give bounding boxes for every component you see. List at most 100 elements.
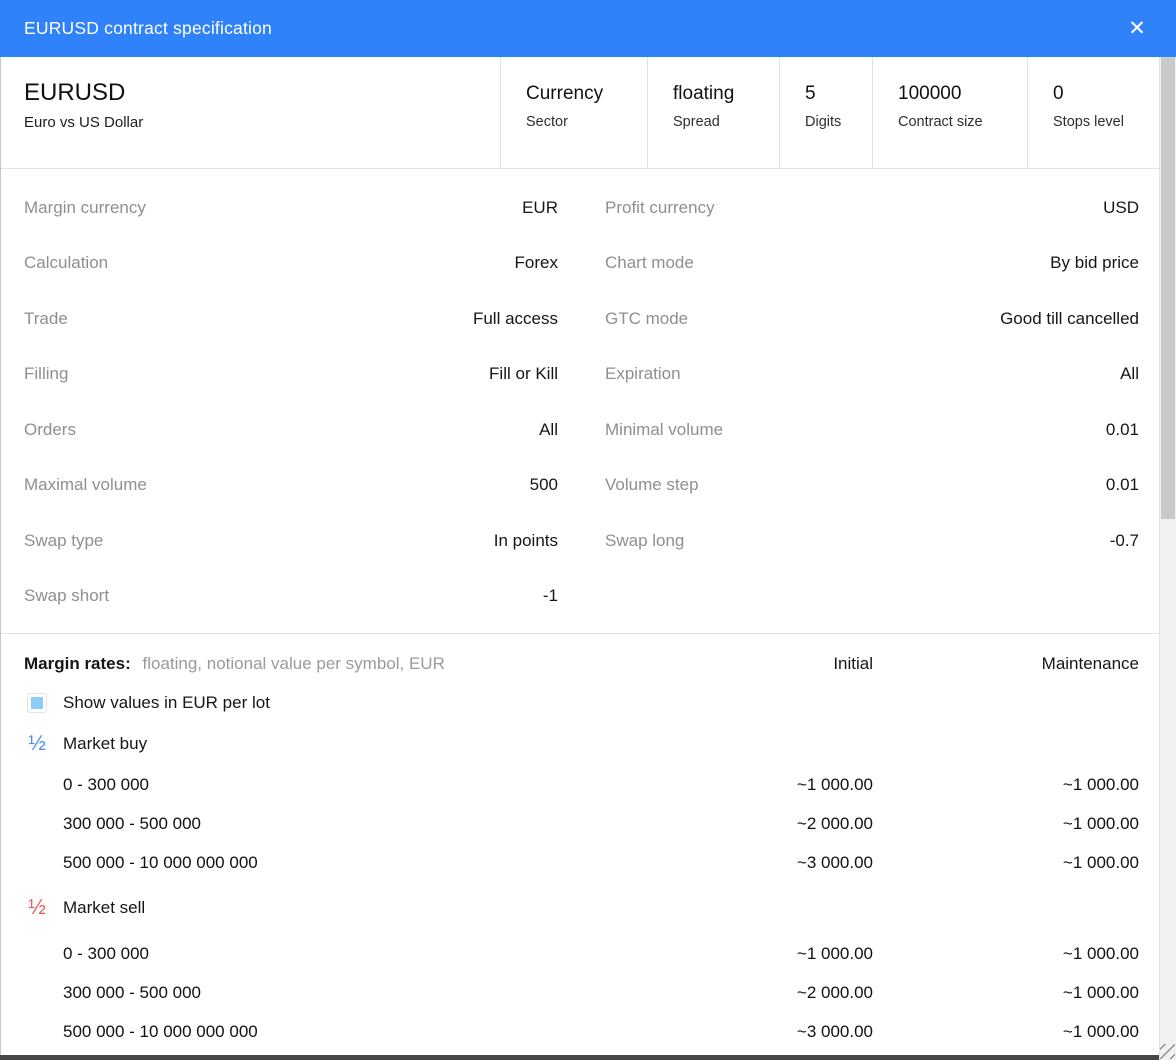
spec-row-calculation: Calculation Forex bbox=[24, 236, 558, 292]
header-cell-contract-size: 100000 Contract size bbox=[872, 57, 1027, 168]
table-row: 300 000 - 500 000 ~2 000.00 ~1 000.00 bbox=[24, 973, 1139, 1012]
spec-label: Swap type bbox=[24, 531, 103, 551]
spec-section: Margin currency EUR Calculation Forex Tr… bbox=[0, 170, 1159, 634]
market-buy-group-header: ½ Market buy bbox=[24, 723, 1139, 765]
resize-grip-icon[interactable] bbox=[1160, 1044, 1175, 1059]
dialog-title: EURUSD contract specification bbox=[24, 18, 272, 39]
spec-row-volume-step: Volume step 0.01 bbox=[605, 458, 1139, 514]
spec-value: By bid price bbox=[1050, 253, 1139, 273]
spec-value: USD bbox=[1103, 198, 1139, 218]
spec-value: Forex bbox=[515, 253, 558, 273]
sector-label: Sector bbox=[526, 114, 647, 130]
spec-row-swap-long: Swap long -0.7 bbox=[605, 513, 1139, 569]
contract-specification-dialog: EURUSD contract specification ✕ EURUSD E… bbox=[0, 0, 1176, 1060]
spec-column-left: Margin currency EUR Calculation Forex Tr… bbox=[24, 180, 558, 633]
spec-row-orders: Orders All bbox=[24, 402, 558, 458]
spec-label: Profit currency bbox=[605, 198, 715, 218]
spec-row-swap-type: Swap type In points bbox=[24, 513, 558, 569]
table-row: 0 - 300 000 ~1 000.00 ~1 000.00 bbox=[24, 934, 1139, 973]
market-buy-label: Market buy bbox=[63, 734, 147, 754]
spec-label: Minimal volume bbox=[605, 420, 723, 440]
spec-row-chart-mode: Chart mode By bid price bbox=[605, 236, 1139, 292]
spec-label: Filling bbox=[24, 364, 68, 384]
spec-column-right: Profit currency USD Chart mode By bid pr… bbox=[605, 180, 1139, 633]
margin-rates-title-line: Margin rates: floating, notional value p… bbox=[24, 654, 713, 674]
spec-label: GTC mode bbox=[605, 309, 688, 329]
spec-row-minimal-volume: Minimal volume 0.01 bbox=[605, 402, 1139, 458]
table-row: 500 000 - 10 000 000 000 ~3 000.00 ~1 00… bbox=[24, 1012, 1139, 1051]
spec-label: Trade bbox=[24, 309, 68, 329]
tier-initial: ~2 000.00 bbox=[713, 814, 873, 834]
table-row: 500 000 - 10 000 000 000 ~3 000.00 ~1 00… bbox=[24, 843, 1139, 882]
tier-range: 500 000 - 10 000 000 000 bbox=[24, 853, 713, 873]
tier-range: 300 000 - 500 000 bbox=[24, 814, 713, 834]
vertical-scrollbar[interactable] bbox=[1159, 57, 1176, 1060]
spec-value: -1 bbox=[543, 586, 558, 606]
spec-label: Chart mode bbox=[605, 253, 694, 273]
spec-value: EUR bbox=[522, 198, 558, 218]
tier-range: 0 - 300 000 bbox=[24, 944, 713, 964]
spec-row-swap-short: Swap short -1 bbox=[24, 569, 558, 625]
spec-row-expiration: Expiration All bbox=[605, 347, 1139, 403]
show-values-checkbox-row: Show values in EUR per lot bbox=[24, 683, 1139, 723]
tier-maintenance: ~1 000.00 bbox=[873, 853, 1139, 873]
column-header-initial: Initial bbox=[713, 654, 873, 674]
spec-label: Expiration bbox=[605, 364, 681, 384]
tier-maintenance: ~1 000.00 bbox=[873, 983, 1139, 1003]
spec-label: Margin currency bbox=[24, 198, 146, 218]
tier-initial: ~3 000.00 bbox=[713, 1022, 873, 1042]
stops-level-value: 0 bbox=[1053, 83, 1159, 105]
tier-maintenance: ~1 000.00 bbox=[873, 775, 1139, 795]
half-fraction-icon-buy: ½ bbox=[24, 732, 50, 756]
column-header-maintenance: Maintenance bbox=[873, 654, 1139, 674]
tier-maintenance: ~1 000.00 bbox=[873, 814, 1139, 834]
market-sell-label: Market sell bbox=[63, 898, 145, 918]
tier-initial: ~1 000.00 bbox=[713, 775, 873, 795]
spec-label: Volume step bbox=[605, 475, 699, 495]
header-cell-digits: 5 Digits bbox=[779, 57, 872, 168]
table-row: 0 - 300 000 ~1 000.00 ~1 000.00 bbox=[24, 765, 1139, 804]
header-cell-sector: Currency Sector bbox=[500, 57, 647, 168]
tier-initial: ~3 000.00 bbox=[713, 853, 873, 873]
spec-label: Swap long bbox=[605, 531, 684, 551]
margin-rates-section: Margin rates: floating, notional value p… bbox=[0, 635, 1159, 1051]
show-values-checkbox-label[interactable]: Show values in EUR per lot bbox=[63, 693, 270, 713]
margin-rates-header: Margin rates: floating, notional value p… bbox=[24, 645, 1139, 683]
tier-range: 300 000 - 500 000 bbox=[24, 983, 713, 1003]
spec-value: 0.01 bbox=[1106, 420, 1139, 440]
dialog-left-border bbox=[0, 57, 1, 1060]
spec-label: Calculation bbox=[24, 253, 108, 273]
tier-maintenance: ~1 000.00 bbox=[873, 944, 1139, 964]
show-values-checkbox[interactable] bbox=[27, 693, 47, 713]
spec-label: Swap short bbox=[24, 586, 109, 606]
spec-row-profit-currency: Profit currency USD bbox=[605, 180, 1139, 236]
spec-value: Fill or Kill bbox=[489, 364, 558, 384]
tier-initial: ~1 000.00 bbox=[713, 944, 873, 964]
spec-value: Good till cancelled bbox=[1000, 309, 1139, 329]
symbol-name: EURUSD bbox=[24, 79, 500, 107]
spec-row-trade: Trade Full access bbox=[24, 291, 558, 347]
spec-value: 0.01 bbox=[1106, 475, 1139, 495]
close-icon[interactable]: ✕ bbox=[1120, 12, 1154, 46]
symbol-description: Euro vs US Dollar bbox=[24, 114, 500, 131]
spread-value: floating bbox=[673, 83, 779, 105]
table-row: 300 000 - 500 000 ~2 000.00 ~1 000.00 bbox=[24, 804, 1139, 843]
sector-value: Currency bbox=[526, 83, 647, 105]
spec-row-margin-currency: Margin currency EUR bbox=[24, 180, 558, 236]
tier-range: 500 000 - 10 000 000 000 bbox=[24, 1022, 713, 1042]
spec-value: Full access bbox=[473, 309, 558, 329]
spec-value: All bbox=[1120, 364, 1139, 384]
symbol-cell: EURUSD Euro vs US Dollar bbox=[0, 57, 500, 168]
spec-value: -0.7 bbox=[1110, 531, 1139, 551]
spec-value: All bbox=[539, 420, 558, 440]
stops-level-label: Stops level bbox=[1053, 114, 1159, 130]
contract-size-value: 100000 bbox=[898, 83, 1027, 105]
tier-maintenance: ~1 000.00 bbox=[873, 1022, 1139, 1042]
scrollbar-thumb[interactable] bbox=[1161, 57, 1175, 519]
half-fraction-icon-sell: ½ bbox=[24, 896, 50, 920]
market-sell-group-header: ½ Market sell bbox=[24, 882, 1139, 934]
digits-value: 5 bbox=[805, 83, 872, 105]
spec-row-filling: Filling Fill or Kill bbox=[24, 347, 558, 403]
spread-label: Spread bbox=[673, 114, 779, 130]
spec-label: Maximal volume bbox=[24, 475, 147, 495]
